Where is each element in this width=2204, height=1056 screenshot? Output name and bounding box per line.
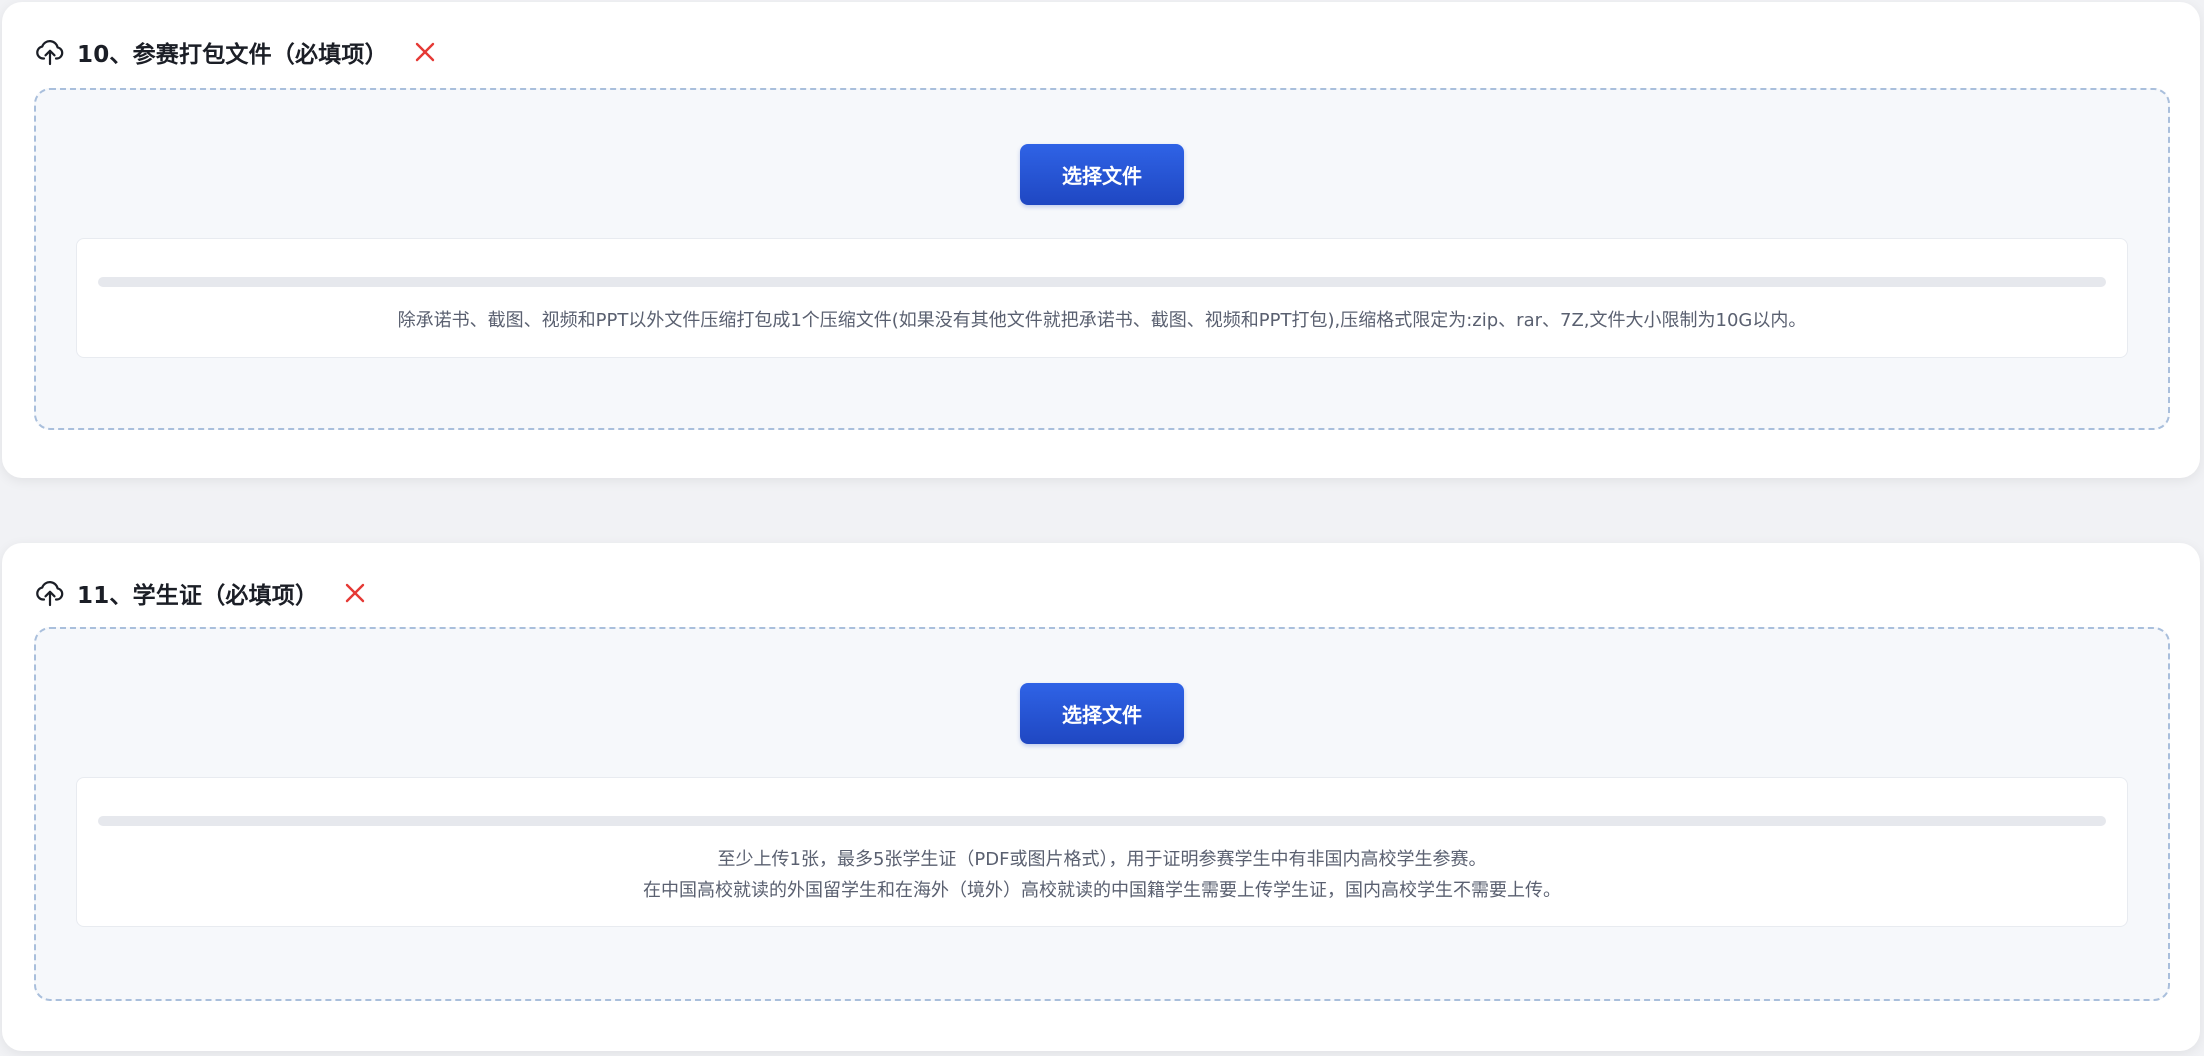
upload-section-package-files: 10、参赛打包文件（必填项） 选择文件 除承诺书、截图、视频和PPT以外文件压缩…	[2, 2, 2200, 478]
cloud-upload-icon	[35, 37, 65, 67]
file-dropzone[interactable]: 选择文件 至少上传1张，最多5张学生证（PDF或图片格式），用于证明参赛学生中有…	[34, 627, 2170, 1001]
file-dropzone[interactable]: 选择文件 除承诺书、截图、视频和PPT以外文件压缩打包成1个压缩文件(如果没有其…	[34, 88, 2170, 430]
close-icon[interactable]	[342, 580, 368, 606]
file-list-panel: 除承诺书、截图、视频和PPT以外文件压缩打包成1个压缩文件(如果没有其他文件就把…	[76, 238, 2128, 358]
upload-progress-bar	[98, 277, 2106, 287]
upload-form-page: 10、参赛打包文件（必填项） 选择文件 除承诺书、截图、视频和PPT以外文件压缩…	[0, 0, 2204, 1056]
section-title: 10、参赛打包文件（必填项）	[77, 42, 388, 68]
hint-line: 在中国高校就读的外国留学生和在海外（境外）高校就读的中国籍学生需要上传学生证，国…	[643, 880, 1561, 901]
section-title: 11、学生证（必填项）	[77, 583, 319, 609]
upload-hint: 至少上传1张，最多5张学生证（PDF或图片格式），用于证明参赛学生中有非国内高校…	[77, 844, 2127, 906]
file-list-panel: 至少上传1张，最多5张学生证（PDF或图片格式），用于证明参赛学生中有非国内高校…	[76, 777, 2128, 927]
cloud-upload-icon	[35, 578, 65, 608]
upload-hint: 除承诺书、截图、视频和PPT以外文件压缩打包成1个压缩文件(如果没有其他文件就把…	[77, 305, 2127, 336]
upload-section-student-id: 11、学生证（必填项） 选择文件 至少上传1张，最多5张学生证（PDF或图片格式…	[2, 543, 2200, 1051]
select-file-button[interactable]: 选择文件	[1020, 144, 1184, 205]
section-header: 10、参赛打包文件（必填项）	[35, 32, 438, 72]
upload-progress-bar	[98, 816, 2106, 826]
hint-line: 除承诺书、截图、视频和PPT以外文件压缩打包成1个压缩文件(如果没有其他文件就把…	[397, 310, 1807, 331]
hint-line: 至少上传1张，最多5张学生证（PDF或图片格式），用于证明参赛学生中有非国内高校…	[717, 849, 1487, 870]
select-file-button[interactable]: 选择文件	[1020, 683, 1184, 744]
section-header: 11、学生证（必填项）	[35, 573, 368, 613]
close-icon[interactable]	[412, 39, 438, 65]
